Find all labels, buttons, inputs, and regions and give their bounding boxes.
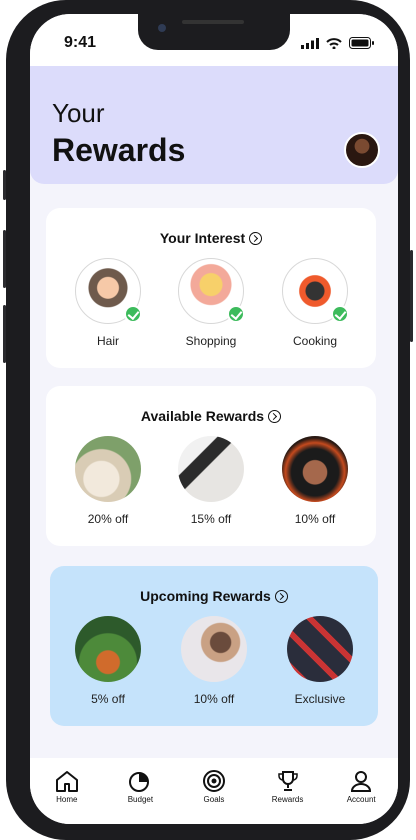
- tab-home[interactable]: Home: [37, 770, 97, 804]
- salon-photo: [181, 616, 247, 682]
- produce-photo: [75, 616, 141, 682]
- interest-title-link[interactable]: Your Interest: [46, 230, 376, 246]
- trophy-icon: [277, 771, 298, 791]
- chevron-right-icon: [249, 232, 263, 245]
- home-icon: [55, 771, 78, 792]
- tab-label: Goals: [203, 795, 225, 804]
- status-time: 9:41: [64, 34, 97, 51]
- interest-label: Hair: [96, 334, 119, 348]
- interest-label: Cooking: [292, 334, 338, 348]
- chevron-right-icon: [274, 590, 288, 603]
- interest-item-hair[interactable]: Hair: [70, 258, 146, 348]
- signal-icon: [301, 37, 319, 49]
- reward-label: 20% off: [87, 512, 129, 526]
- check-icon: [124, 305, 142, 323]
- reward-label: 5% off: [91, 692, 125, 706]
- tab-goals[interactable]: Goals: [184, 770, 244, 804]
- wifi-icon: [326, 37, 342, 49]
- status-icons: [301, 37, 374, 49]
- notch: [138, 14, 290, 50]
- available-reward-item[interactable]: 20% off: [70, 436, 146, 526]
- hair-illustration: [75, 258, 142, 324]
- interest-title: Your Interest: [159, 230, 246, 246]
- upcoming-rewards-card: Upcoming Rewards 5% off 10% off Exclusiv…: [50, 566, 378, 726]
- check-icon: [331, 305, 349, 323]
- power-button: [410, 250, 413, 342]
- available-title-link[interactable]: Available Rewards: [46, 408, 376, 424]
- upcoming-title: Upcoming Rewards: [140, 588, 271, 604]
- target-icon: [202, 770, 225, 792]
- volume-up-button: [3, 230, 6, 288]
- tab-label: Budget: [127, 795, 154, 804]
- pan-photo: [282, 436, 348, 502]
- rewards-header: Your Rewards: [30, 66, 398, 184]
- pie-chart-icon: [129, 772, 150, 792]
- tab-bar: Home Budget Goals Rewards Account: [30, 758, 398, 824]
- page-title: Rewards: [52, 132, 186, 168]
- serum-photo: [75, 436, 141, 502]
- tab-budget[interactable]: Budget: [110, 770, 170, 804]
- screen: 9:41 Your Rewards Your Interest Hair Sho…: [30, 14, 398, 824]
- reward-label: Exclusive: [294, 692, 346, 706]
- upcoming-title-link[interactable]: Upcoming Rewards: [50, 588, 378, 604]
- interest-item-shopping[interactable]: Shopping: [173, 258, 249, 348]
- battery-icon: [349, 37, 374, 49]
- tab-label: Account: [346, 795, 376, 804]
- product-box-photo: [178, 436, 244, 502]
- speaker: [182, 20, 244, 24]
- reward-label: 10% off: [294, 512, 336, 526]
- available-title: Available Rewards: [140, 408, 265, 424]
- phone-frame: 9:41 Your Rewards Your Interest Hair Sho…: [3, 0, 413, 840]
- upcoming-reward-item[interactable]: 5% off: [70, 616, 146, 706]
- available-reward-item[interactable]: 10% off: [277, 436, 353, 526]
- reward-label: 15% off: [190, 512, 232, 526]
- reward-label: 10% off: [193, 692, 235, 706]
- user-icon: [351, 771, 372, 792]
- interest-label: Shopping: [185, 334, 237, 348]
- tab-account[interactable]: Account: [331, 770, 391, 804]
- shopping-illustration: [178, 258, 245, 324]
- avatar[interactable]: [344, 132, 380, 168]
- tab-label: Home: [56, 795, 78, 804]
- mute-switch: [3, 170, 6, 200]
- interest-item-cooking[interactable]: Cooking: [277, 258, 353, 348]
- tab-rewards[interactable]: Rewards: [258, 770, 318, 804]
- available-rewards-card: Available Rewards 20% off 15% off 10% of…: [46, 386, 376, 546]
- cooking-illustration: [282, 258, 349, 324]
- upcoming-reward-item[interactable]: 10% off: [176, 616, 252, 706]
- interest-card: Your Interest Hair Shopping Cooking: [46, 208, 376, 368]
- check-icon: [227, 305, 245, 323]
- chevron-right-icon: [268, 410, 282, 423]
- available-reward-item[interactable]: 15% off: [173, 436, 249, 526]
- upcoming-reward-item[interactable]: Exclusive: [282, 616, 358, 706]
- header-line1: Your: [52, 98, 105, 128]
- camera: [158, 24, 166, 32]
- sale-tags-photo: [287, 616, 353, 682]
- volume-down-button: [3, 305, 6, 363]
- tab-label: Rewards: [271, 795, 304, 804]
